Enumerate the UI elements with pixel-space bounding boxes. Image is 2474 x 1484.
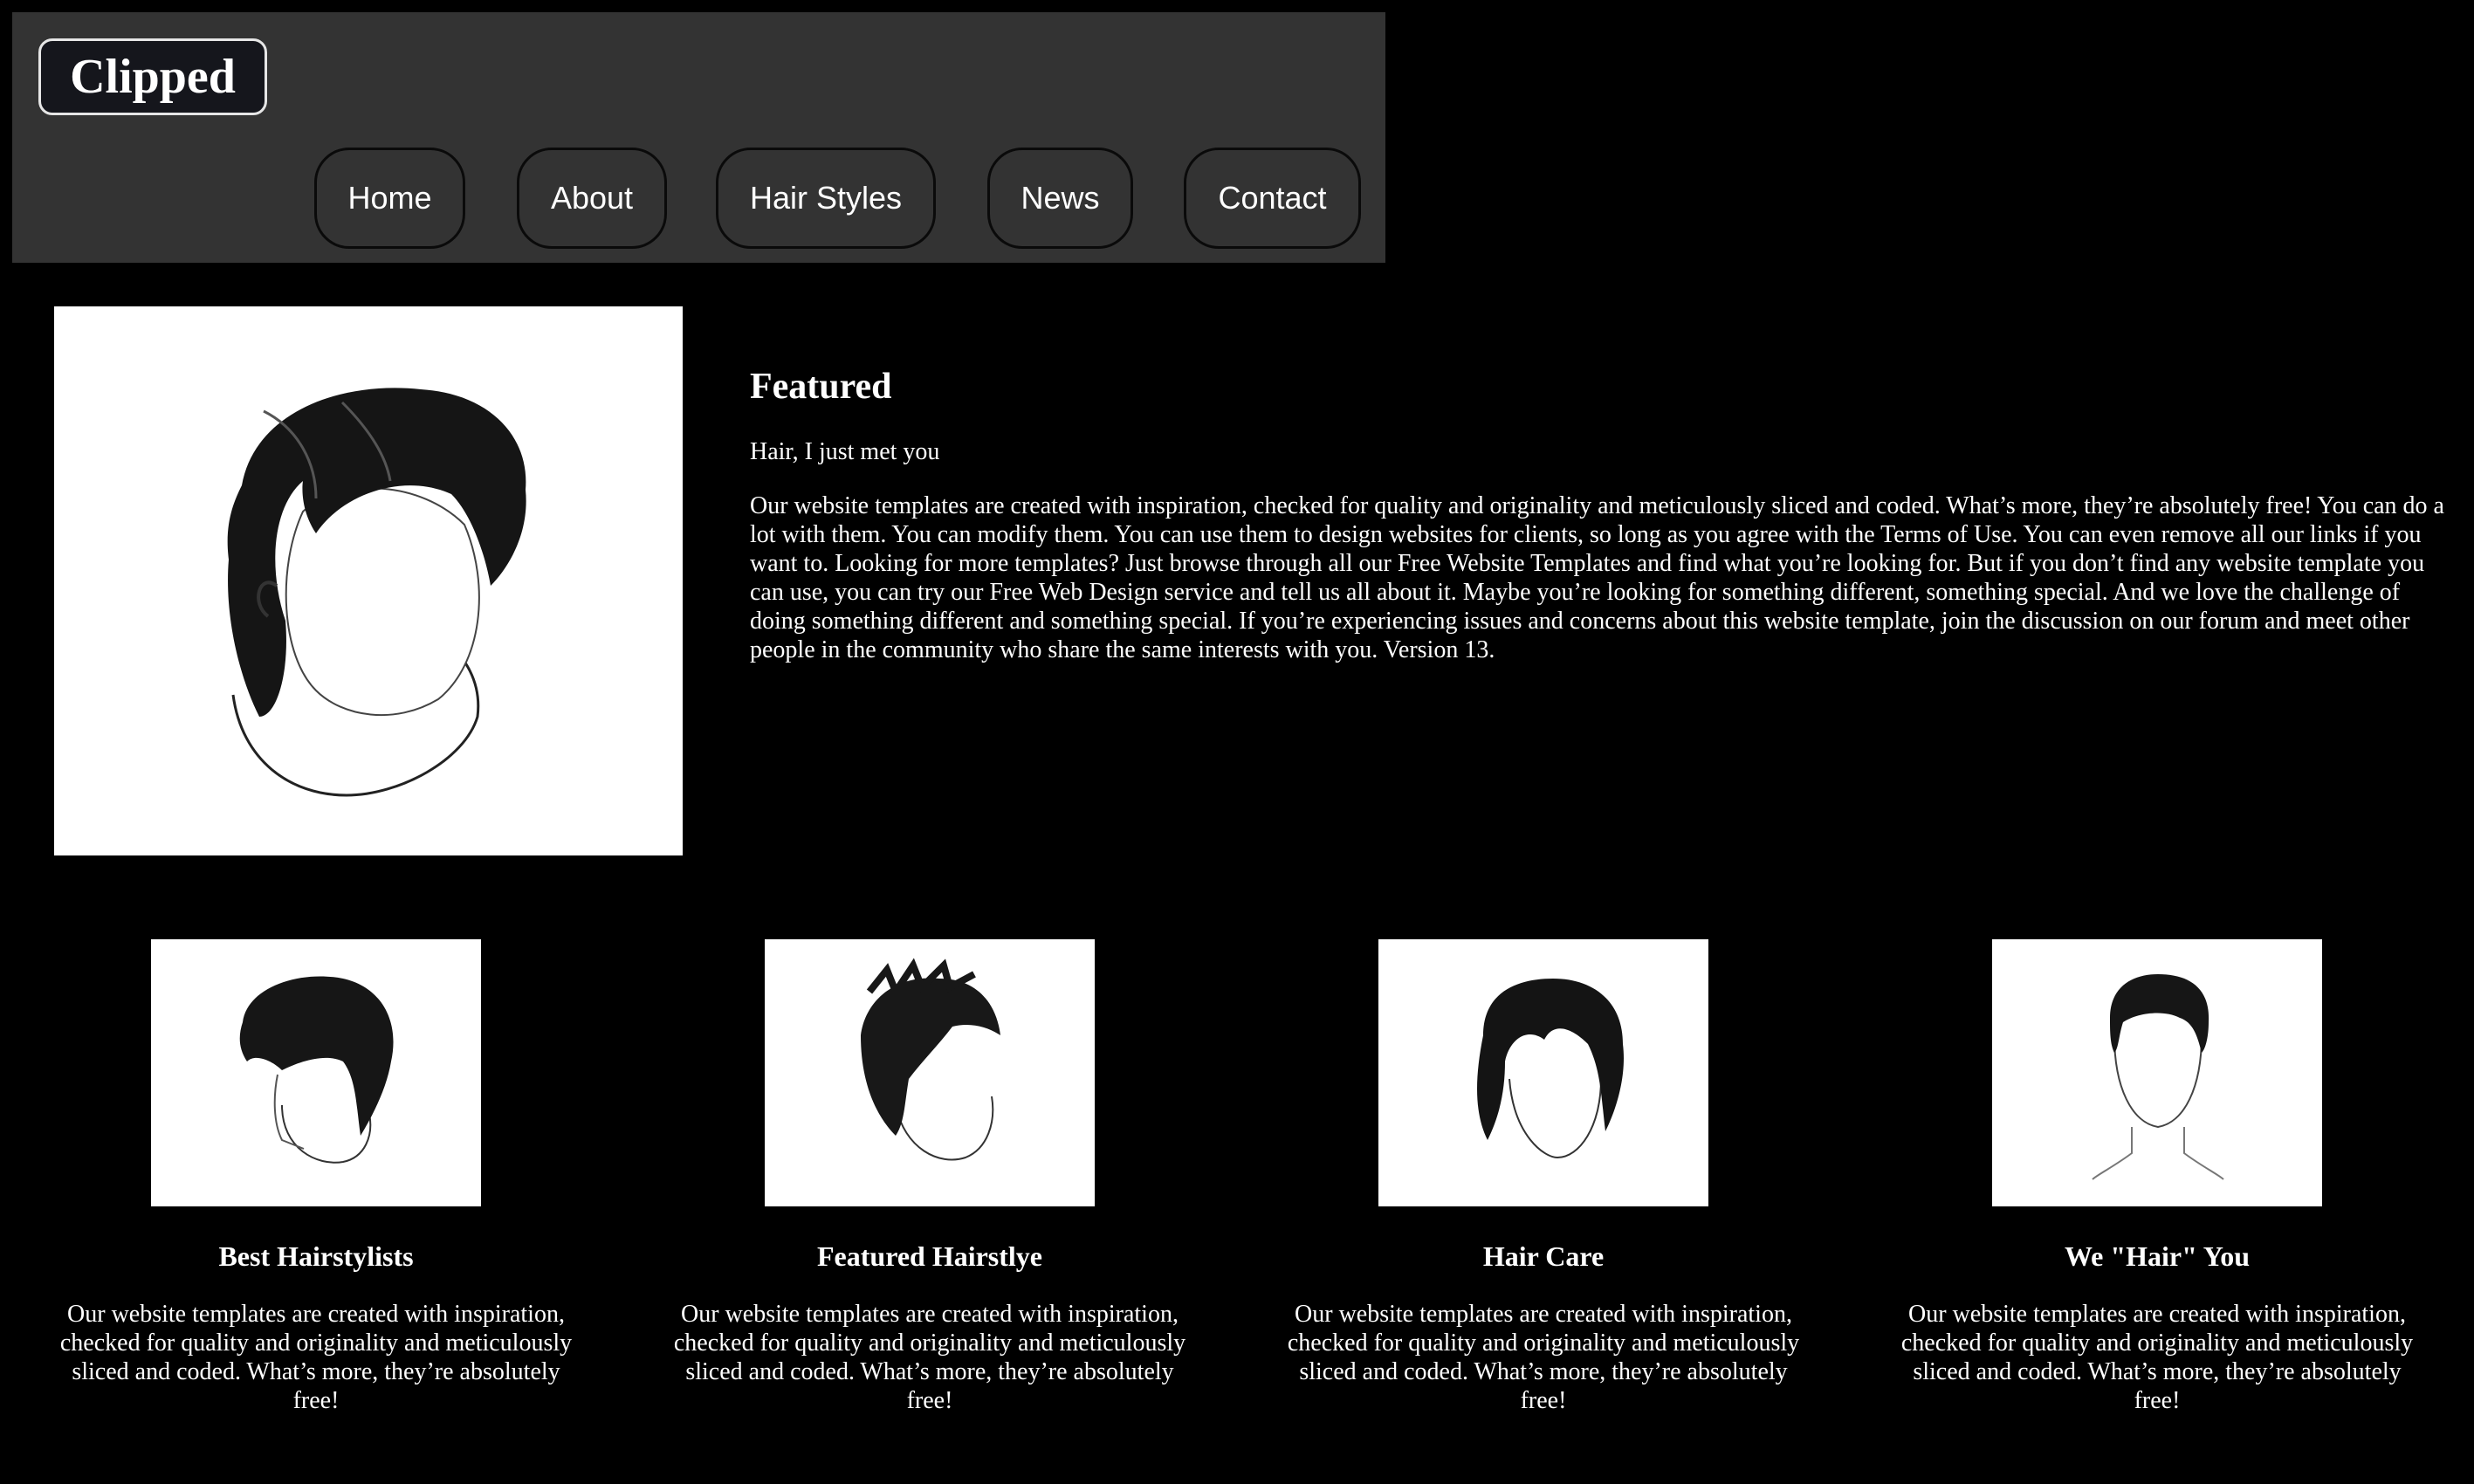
card-image [1992, 939, 2322, 1206]
card-title: We "Hair" You [2064, 1240, 2251, 1272]
card-title: Hair Care [1482, 1240, 1605, 1272]
card-featured-hairstyle: Featured Hairstlye Our website templates… [668, 939, 1192, 1415]
card-title: Best Hairstylists [218, 1240, 414, 1272]
card-text: Our website templates are created with i… [1287, 1301, 1800, 1415]
featured-heading: Featured [750, 367, 892, 407]
card-text: Our website templates are created with i… [59, 1301, 573, 1415]
card-image [1378, 939, 1708, 1206]
featured-section: Featured Hair, I just met you Our websit… [750, 367, 2461, 664]
card-text: Our website templates are created with i… [673, 1301, 1186, 1415]
site-logo[interactable]: Clipped [38, 38, 267, 115]
card-best-hairstylists: Best Hairstylists Our website templates … [54, 939, 578, 1415]
featured-image [54, 306, 683, 855]
card-text: Our website templates are created with i… [1900, 1301, 2414, 1415]
nav-contact[interactable]: Contact [1184, 148, 1361, 249]
featured-body: Our website templates are created with i… [750, 491, 2444, 663]
card-title: Featured Hairstlye [816, 1240, 1042, 1272]
nav-news[interactable]: News [987, 148, 1133, 249]
card-image [765, 939, 1095, 1206]
site-header: Clipped Home About Hair Styles News Cont… [12, 12, 1385, 263]
featured-subheading: Hair, I just met you [750, 438, 940, 466]
card-hair-care: Hair Care Our website templates are crea… [1282, 939, 1805, 1415]
card-we-hair-you: We "Hair" You Our website templates are … [1895, 939, 2419, 1415]
nav-hair-styles[interactable]: Hair Styles [716, 148, 936, 249]
card-image [151, 939, 481, 1206]
nav-home[interactable]: Home [314, 148, 465, 249]
nav-about[interactable]: About [517, 148, 667, 249]
